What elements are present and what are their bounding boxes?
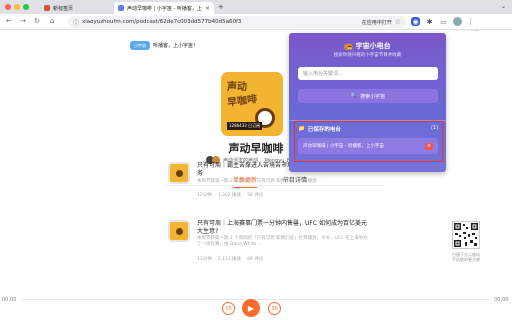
station-search-input[interactable] (298, 67, 438, 80)
profile-avatar[interactable] (453, 17, 462, 26)
episode-comments: 58 评论 (247, 193, 264, 198)
minimize-window-button[interactable] (14, 4, 20, 10)
forward-30-button[interactable]: 30 (268, 302, 281, 315)
brand-banner: 小宇宙 听播客，上小宇宙！ (130, 41, 198, 50)
popup-title: 📻 宇宙小电台 (289, 41, 446, 51)
episode-thumbnail (168, 220, 190, 242)
episode-meta: 13分钟 2,113 播放 89 评论 (197, 256, 372, 262)
sidebar-icon[interactable]: ▭ (439, 17, 448, 26)
brand-tagline: 听播客，上小宇宙！ (153, 43, 199, 49)
search-button[interactable]: 🔍 搜索小宇宙 (298, 89, 438, 103)
total-time: 00:00 (494, 297, 509, 303)
highlight-box (294, 121, 443, 162)
new-tab-icon[interactable]: + (218, 3, 224, 11)
episode-duration: 13分钟 (197, 257, 212, 262)
tab-favicon-icon (118, 5, 124, 11)
navigation-bar: ← → ↻ ⌂ ⓘ xiaoyuzhoufm.com/podcast/62de7… (0, 14, 512, 30)
rewind-label: 15 (225, 305, 232, 312)
episode-plays: 2,113 播放 (217, 257, 242, 262)
current-time: 00:00 (2, 297, 17, 303)
episode-comments: 89 评论 (247, 257, 264, 262)
reload-icon[interactable]: ↻ (34, 17, 40, 25)
open-in-app-button[interactable]: 在应用中打开 (362, 19, 392, 26)
play-button[interactable]: ▶ (242, 299, 260, 317)
tab-favicon-icon (44, 5, 50, 11)
browser-menu-icon[interactable]: ⋮ (467, 18, 474, 26)
address-bar[interactable]: ⓘ xiaoyuzhoufm.com/podcast/62de7c003dd57… (68, 16, 406, 28)
audio-player: 00:00 00:00 15 ▶ 30 (0, 290, 512, 320)
zoom-window-button[interactable] (23, 4, 29, 10)
episode-item[interactable]: 只有可周｜上海赛事门票一分钟内售罄，UFC 如何成为百亿美元大生意? 本周节目第… (168, 220, 374, 270)
bookmark-star-icon[interactable]: ☆ (395, 18, 401, 26)
popup-subtitle: 搜索你感兴趣的小宇宙节目并收藏 (333, 53, 402, 58)
brand-logo[interactable]: 小宇宙 (130, 41, 150, 50)
episode-plays: 1,302 播放 (217, 193, 242, 198)
close-tab-icon[interactable]: × (205, 5, 210, 12)
episode-title[interactable]: 只有可周｜上海赛事门票一分钟内售罄，UFC 如何成为百亿美元大生意? (197, 220, 372, 235)
episode-description: 本周节目第一期 2 个新闻的「只有可周·和我们说」栏目播放… (197, 179, 322, 184)
extensions-puzzle-icon[interactable]: ✱ (425, 17, 434, 26)
home-icon[interactable]: ⌂ (50, 17, 54, 25)
site-info-icon[interactable]: ⓘ (73, 18, 79, 27)
search-icon: 🔍 (350, 93, 358, 99)
radio-icon: 📻 (344, 42, 354, 50)
back-icon[interactable]: ← (6, 17, 12, 25)
tab-strip: 新标签页 声动早咖啡 | 小宇宙 - 听播客，上 × + ⌄ (0, 0, 512, 14)
qr-code (452, 221, 480, 249)
url-text[interactable]: xiaoyuzhoufm.com/podcast/62de7c003dd577b… (82, 19, 359, 25)
window-controls (5, 4, 29, 10)
forward-icon[interactable]: → (20, 17, 26, 25)
close-window-button[interactable] (5, 4, 11, 10)
qr-caption: 扫描下方二维码 手机收听更方便 (452, 252, 480, 262)
forward-label: 30 (271, 305, 278, 312)
tab-title: 声动早咖啡 | 小宇宙 - 听播客，上 (127, 5, 202, 12)
cover-text: 早咖啡 (226, 93, 258, 110)
episode-duration: 12分钟 (197, 193, 212, 198)
episode-thumbnail (168, 162, 190, 184)
episode-description: 本周节目第一期 2 个新闻的「只有可周·和我们说」栏目播放，今天，UFC 在上海… (197, 236, 368, 247)
tab-new-tab[interactable]: 新标签页 (40, 2, 114, 14)
popup-title-text: 宇宙小电台 (355, 42, 391, 50)
tab-search-icon[interactable]: ⌄ (501, 3, 506, 10)
play-icon: ▶ (247, 303, 255, 313)
podcast-extension-icon[interactable]: ◉ (411, 17, 420, 26)
tab-title: 新标签页 (53, 5, 74, 12)
extension-toolbar: ◉ ✱ ▭ ⋮ (411, 17, 474, 26)
rewind-15-button[interactable]: 15 (222, 302, 235, 315)
search-button-label: 搜索小宇宙 (360, 93, 386, 100)
podcast-cover: 声动 早咖啡 1286433 已订阅 (221, 72, 283, 136)
subscriber-count-badge: 1286433 已订阅 (227, 122, 263, 130)
episode-meta: 12分钟 1,302 播放 58 评论 (197, 192, 372, 198)
tab-podcast[interactable]: 声动早咖啡 | 小宇宙 - 听播客，上 × (114, 2, 214, 14)
